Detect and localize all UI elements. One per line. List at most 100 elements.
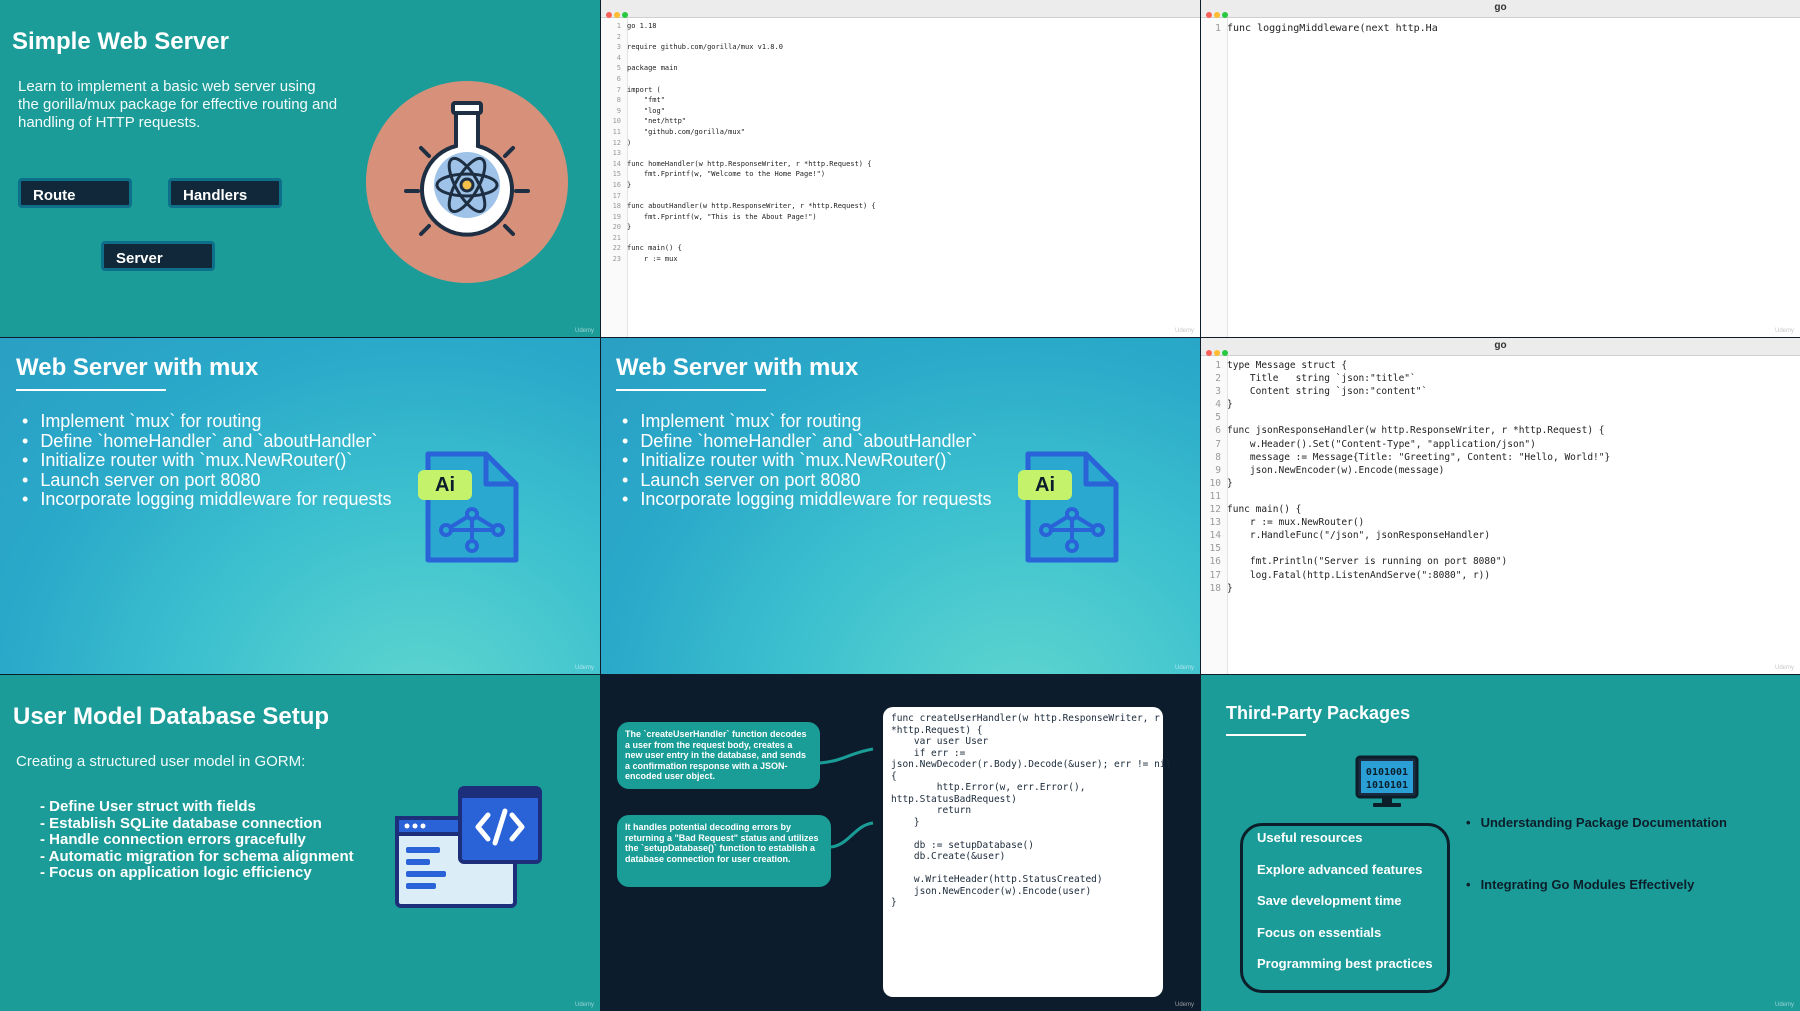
code-editor-middleware[interactable]: go 1 func loggingMiddleware(next http.Ha … — [1201, 0, 1800, 337]
editor-titlebar: go — [1201, 0, 1800, 18]
title-underline — [1226, 734, 1306, 736]
code-line: http.StatusBadRequest) — [891, 793, 1017, 805]
code-line[interactable]: 22 func main() { — [601, 243, 1200, 254]
code-line[interactable]: 23 r := mux — [601, 254, 1200, 265]
line-number: 9 — [616, 106, 621, 115]
code-line: db := setupDatabase() — [891, 839, 1034, 851]
code-line[interactable]: 12 func main() { — [1201, 503, 1800, 516]
bullet-item: Initialize router with `mux.NewRouter()` — [622, 450, 992, 471]
watermark: Udemy — [574, 665, 594, 671]
code-line[interactable]: 6 — [601, 74, 1200, 85]
code-line[interactable]: 3 require github.com/gorilla/mux v1.8.0 — [601, 42, 1200, 53]
code-line[interactable]: 2 — [601, 32, 1200, 43]
code-line[interactable]: 5 package main — [601, 63, 1200, 74]
watermark: Udemy — [574, 1002, 594, 1008]
code-line[interactable]: 4 — [601, 53, 1200, 64]
list-item: - Define User struct with fields — [40, 798, 256, 815]
code-line: http.Error(w, err.Error(), — [891, 782, 1086, 793]
code-line[interactable]: 10} — [1201, 477, 1800, 490]
slide-simple-web-server[interactable]: Simple Web Server Learn to implement a b… — [0, 0, 600, 337]
line-number: 1 — [1214, 23, 1221, 34]
code-line[interactable]: 7 w.Header().Set("Content-Type", "applic… — [1201, 438, 1800, 451]
code-line[interactable]: 13 — [601, 148, 1200, 159]
code-line[interactable]: 2 Title string `json:"title"` — [1201, 372, 1800, 385]
explanation-bubble-2: It handles potential decoding errors by … — [617, 815, 831, 887]
line-number: 17 — [1209, 569, 1221, 581]
line-number: 12 — [1209, 504, 1221, 516]
slide-third-party-packages[interactable]: Third-Party Packages 0101001 1010101 Use… — [1201, 675, 1800, 1011]
slide-web-server-mux-2[interactable]: Web Server with mux Implement `mux` for … — [601, 338, 1200, 674]
code-text: import ( — [627, 85, 661, 94]
code-text: package main — [627, 64, 678, 73]
code-line[interactable]: 9 "log" — [601, 106, 1200, 117]
watermark: Udemy — [1774, 1002, 1794, 1008]
code-line[interactable]: 19 fmt.Fprintf(w, "This is the About Pag… — [601, 212, 1200, 223]
code-line[interactable]: 5 — [1201, 411, 1800, 424]
code-line[interactable]: 14 r.HandleFunc("/json", jsonResponseHan… — [1201, 529, 1800, 542]
code-line[interactable]: 17 log.Fatal(http.ListenAndServe(":8080"… — [1201, 569, 1800, 582]
code-text: fmt.Println("Server is running on port 8… — [1227, 556, 1508, 568]
slide-web-server-mux-1[interactable]: Web Server with mux Implement `mux` for … — [0, 338, 600, 674]
line-number: 2 — [616, 32, 621, 41]
slide-user-model-db[interactable]: User Model Database Setup Creating a str… — [0, 675, 600, 1011]
line-number: 13 — [1209, 517, 1221, 529]
code-line[interactable]: 8 message := Message{Title: "Greeting", … — [1201, 451, 1800, 464]
code-line[interactable]: 8 "fmt" — [601, 95, 1200, 106]
code-line[interactable]: 16 fmt.Println("Server is running on por… — [1201, 555, 1800, 568]
code-line[interactable]: 7 import ( — [601, 85, 1200, 96]
code-line[interactable]: 9 json.NewEncoder(w).Encode(message) — [1201, 464, 1800, 477]
code-line[interactable]: 1 type Message struct { — [1201, 359, 1800, 372]
code-area[interactable]: 1 func loggingMiddleware(next http.Ha — [1201, 18, 1800, 337]
code-line[interactable]: 15 fmt.Fprintf(w, "Welcome to the Home P… — [601, 169, 1200, 180]
slide-create-user-handler[interactable]: The `createUserHandler` function decodes… — [601, 675, 1200, 1011]
code-line[interactable]: 17 — [601, 191, 1200, 202]
code-area[interactable]: 1 go 1.18 2 3 require github.com/gorilla/mux… — [601, 18, 1200, 337]
code-line[interactable]: 10 "net/http" — [601, 116, 1200, 127]
server-button[interactable]: Server — [101, 241, 215, 271]
line-number: 18 — [612, 202, 621, 211]
code-line[interactable]: 21 — [601, 233, 1200, 244]
route-button[interactable]: Route — [18, 178, 132, 208]
code-line[interactable]: 18 func aboutHandler(w http.ResponseWrite… — [601, 201, 1200, 212]
line-number: 3 — [1215, 386, 1221, 398]
code-line[interactable]: 13 r := mux.NewRouter() — [1201, 516, 1800, 529]
monitor-binary-line-1: 0101001 — [1366, 767, 1408, 778]
code-line[interactable]: 1 func loggingMiddleware(next http.Ha — [1201, 22, 1800, 35]
bullet-item: Launch server on port 8080 — [622, 470, 992, 491]
code-line[interactable]: 16} — [601, 180, 1200, 191]
line-number: 7 — [616, 85, 621, 94]
setup-list: - Define User struct with fields - Estab… — [40, 798, 354, 882]
code-line[interactable]: 1 go 1.18 — [601, 21, 1200, 32]
code-line[interactable]: 20} — [601, 222, 1200, 233]
code-area[interactable]: 1 type Message struct {2 Title string `js… — [1201, 356, 1800, 674]
code-line[interactable]: 14 func homeHandler(w http.ResponseWriter… — [601, 159, 1200, 170]
handlers-button[interactable]: Handlers — [168, 178, 282, 208]
line-number: 22 — [612, 244, 621, 253]
list-item: - Automatic migration for schema alignme… — [40, 847, 354, 865]
code-line[interactable]: 11 — [1201, 490, 1800, 503]
code-editor-json-handler[interactable]: go 1 type Message struct {2 Title string … — [1201, 338, 1800, 674]
code-line[interactable]: 12) — [601, 138, 1200, 149]
line-number: 14 — [1209, 530, 1221, 542]
code-line[interactable]: 6 func jsonResponseHandler(w http.Respons… — [1201, 424, 1800, 437]
code-line: } — [891, 816, 920, 828]
code-text: json.NewEncoder(w).Encode(message) — [1227, 464, 1445, 476]
resource-item: Explore advanced features — [1257, 861, 1423, 877]
code-text: func main() { — [627, 244, 682, 253]
slide-title: Third-Party Packages — [1226, 703, 1411, 723]
resources-list: Useful resources Explore advanced featur… — [1257, 830, 1433, 988]
ai-badge: Ai — [418, 470, 472, 500]
code-line[interactable]: 15 — [1201, 542, 1800, 555]
side-bullet-2: Integrating Go Modules Effectively — [1466, 877, 1695, 892]
ai-file-icon — [425, 451, 519, 563]
code-line[interactable]: 4} — [1201, 398, 1800, 411]
code-text: } — [627, 180, 632, 189]
code-line[interactable]: 3 Content string `json:"content"` — [1201, 385, 1800, 398]
illustration-circle — [366, 81, 568, 283]
code-line[interactable]: 18} — [1201, 582, 1800, 595]
code-line[interactable]: 11 "github.com/gorilla/mux" — [601, 127, 1200, 138]
code-editor-gomod[interactable]: 1 go 1.18 2 3 require github.com/gorilla/mux… — [601, 0, 1200, 337]
list-item: - Handle connection errors gracefully — [40, 831, 306, 848]
code-card[interactable]: func createUserHandler(w http.ResponseWr… — [883, 707, 1171, 997]
flask-atom-icon — [404, 101, 530, 237]
